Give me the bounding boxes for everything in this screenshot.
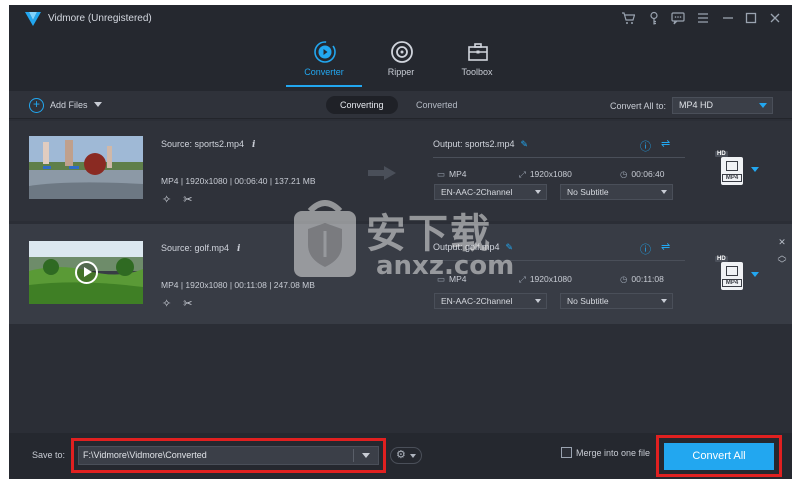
convert-all-to-label: Convert All to:	[610, 101, 667, 111]
sports-thumbnail-image	[29, 136, 143, 199]
file-format-icon: MP4	[721, 157, 743, 185]
save-path-highlight: F:\Vidmore\Vidmore\Converted	[71, 438, 386, 473]
toolbox-icon	[468, 43, 488, 61]
pencil-icon[interactable]: ✎	[521, 139, 529, 149]
output-format: ▭ MP4	[437, 169, 467, 179]
arrow-right-icon	[368, 166, 396, 180]
chevron-down-icon	[661, 190, 667, 194]
subtitle-select[interactable]: No Subtitle	[560, 293, 673, 309]
source-filename: Source: golf.mp4 i	[161, 243, 241, 254]
source-meta: MP4 | 1920x1080 | 00:06:40 | 137.21 MB	[161, 176, 316, 186]
chevron-down-icon	[535, 190, 541, 194]
settings-sliders-icon[interactable]: ⇌	[661, 137, 670, 150]
minimize-icon[interactable]	[720, 11, 736, 27]
menu-icon[interactable]	[695, 11, 711, 27]
disc-icon	[391, 41, 413, 63]
chevron-down-icon	[759, 103, 767, 108]
output-format-badge[interactable]: HD MP4	[715, 256, 745, 290]
toolbar: + Add Files Converting Converted Convert…	[9, 91, 792, 119]
output-format-badge[interactable]: HD MP4	[715, 151, 745, 185]
add-files-button[interactable]: + Add Files	[29, 97, 102, 113]
tab-toolbox[interactable]: Toolbox	[442, 33, 512, 91]
cart-icon[interactable]	[620, 11, 636, 27]
tab-ripper[interactable]: Ripper	[366, 33, 436, 91]
convert-all-button[interactable]: Convert All	[664, 443, 774, 470]
main-nav: Converter Ripper Toolbox	[9, 33, 792, 91]
title-bar: Vidmore (Unregistered)	[9, 5, 792, 33]
file-format-icon: MP4	[721, 262, 743, 290]
chevron-down-icon	[535, 299, 541, 303]
edit-tools: ✧ ✂	[162, 297, 192, 310]
video-thumbnail[interactable]	[29, 136, 143, 199]
tab-converted[interactable]: Converted	[402, 96, 472, 114]
play-icon[interactable]	[75, 261, 98, 284]
merge-option[interactable]: Merge into one file	[561, 447, 650, 458]
enhance-icon[interactable]: ✧	[162, 297, 171, 310]
feedback-icon[interactable]	[670, 11, 686, 27]
watermark-url: anxz.com	[376, 251, 515, 281]
maximize-icon[interactable]	[743, 11, 759, 27]
shield-bag-icon	[294, 200, 356, 277]
divider	[433, 157, 685, 158]
close-icon[interactable]	[767, 11, 783, 27]
tab-converting[interactable]: Converting	[326, 96, 398, 114]
video-thumbnail[interactable]	[29, 241, 143, 304]
bottom-bar: Save to: F:\Vidmore\Vidmore\Converted ⚙ …	[9, 433, 792, 479]
edit-tools: ✧ ✂	[162, 193, 192, 206]
move-down-icon[interactable]: ﹀	[777, 260, 787, 269]
tab-ripper-label: Ripper	[387, 67, 415, 77]
merge-label: Merge into one file	[576, 447, 651, 458]
tab-toolbox-label: Toolbox	[461, 67, 493, 77]
convert-all-format-value: MP4 HD	[679, 100, 714, 110]
converter-icon	[314, 41, 336, 63]
chevron-down-icon	[410, 454, 416, 458]
remove-icon[interactable]: ✕	[777, 238, 787, 247]
save-to-label: Save to:	[32, 450, 66, 460]
info-icon[interactable]: i	[237, 244, 240, 254]
info-circle-icon[interactable]: ⓘ	[640, 241, 651, 257]
settings-sliders-icon[interactable]: ⇌	[661, 240, 670, 253]
info-icon[interactable]: i	[252, 140, 255, 150]
active-tab-indicator	[286, 85, 362, 87]
convert-all-highlight: Convert All	[656, 435, 782, 477]
app-window: Vidmore (Unregistered) Converter Ripper …	[9, 5, 792, 479]
chevron-down-icon	[93, 102, 102, 107]
tab-converter[interactable]: Converter	[286, 33, 362, 91]
clock-icon: ◷	[620, 169, 628, 179]
info-circle-icon[interactable]: ⓘ	[640, 138, 651, 154]
source-filename: Source: sports2.mp4 i	[161, 139, 256, 150]
film-icon: ▭	[437, 169, 446, 179]
add-files-label: Add Files	[50, 100, 88, 110]
output-resolution: ⤢ 1920x1080	[519, 274, 572, 284]
resize-icon: ⤢	[519, 169, 526, 179]
save-path-value: F:\Vidmore\Vidmore\Converted	[83, 450, 207, 460]
format-dropdown-caret-icon[interactable]	[751, 167, 759, 172]
clock-icon: ◷	[620, 274, 628, 284]
gear-icon: ⚙	[396, 449, 406, 461]
output-resolution: ⤢ 1920x1080	[519, 169, 572, 179]
output-settings-button[interactable]: ⚙	[390, 447, 422, 464]
vidmore-logo-icon	[25, 12, 41, 26]
chevron-down-icon	[661, 299, 667, 303]
key-icon[interactable]	[646, 11, 662, 27]
format-dropdown-caret-icon[interactable]	[751, 272, 759, 277]
app-title: Vidmore (Unregistered)	[48, 13, 152, 24]
output-duration: ◷ 00:11:08	[620, 274, 664, 284]
save-path-select[interactable]: F:\Vidmore\Vidmore\Converted	[78, 446, 379, 465]
resize-icon: ⤢	[519, 274, 526, 284]
add-circle-icon: +	[29, 97, 44, 113]
scissors-icon[interactable]: ✂	[183, 297, 192, 310]
enhance-icon[interactable]: ✧	[162, 193, 171, 206]
watermark: 安下载 anxz.com	[290, 197, 520, 297]
scissors-icon[interactable]: ✂	[183, 193, 192, 206]
chevron-down-icon	[362, 453, 370, 458]
merge-checkbox[interactable]	[561, 447, 572, 458]
output-filename: Output: sports2.mp4 ✎	[433, 139, 529, 149]
subtitle-select[interactable]: No Subtitle	[560, 184, 673, 200]
convert-all-format-select[interactable]: MP4 HD	[672, 97, 773, 114]
output-duration: ◷ 00:06:40	[620, 169, 665, 179]
tab-converter-label: Converter	[304, 67, 344, 77]
